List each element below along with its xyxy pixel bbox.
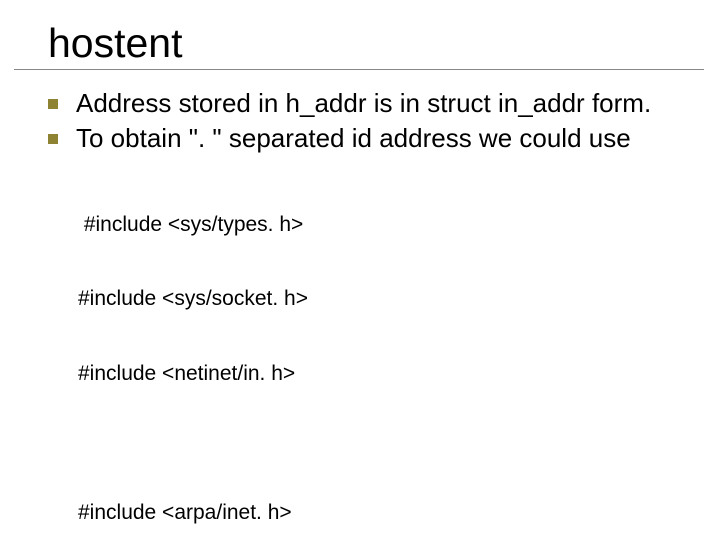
bullet-text: To obtain ". " separated id address we c… <box>76 123 692 154</box>
title-underline <box>14 69 704 70</box>
bullet-text: Address stored in h_addr is in struct in… <box>76 88 692 119</box>
code-line: #include <sys/types. h> <box>78 213 692 238</box>
code-line: #include <netinet/in. h> <box>78 362 692 387</box>
bullet-item: Address stored in h_addr is in struct in… <box>48 88 692 119</box>
slide-title: hostent <box>48 22 692 65</box>
bullet-marker-icon <box>48 134 58 144</box>
bullet-marker-icon <box>48 99 58 109</box>
code-block: #include <arpa/inet. h> <box>78 452 692 540</box>
code-line: #include <arpa/inet. h> <box>78 501 692 526</box>
code-block: #include <sys/types. h> #include <sys/so… <box>78 163 692 435</box>
code-line: #include <sys/socket. h> <box>78 287 692 312</box>
slide: hostent Address stored in h_addr is in s… <box>0 0 720 540</box>
bullet-item: To obtain ". " separated id address we c… <box>48 123 692 154</box>
body: Address stored in h_addr is in struct in… <box>48 88 692 540</box>
title-wrap: hostent <box>48 18 692 70</box>
